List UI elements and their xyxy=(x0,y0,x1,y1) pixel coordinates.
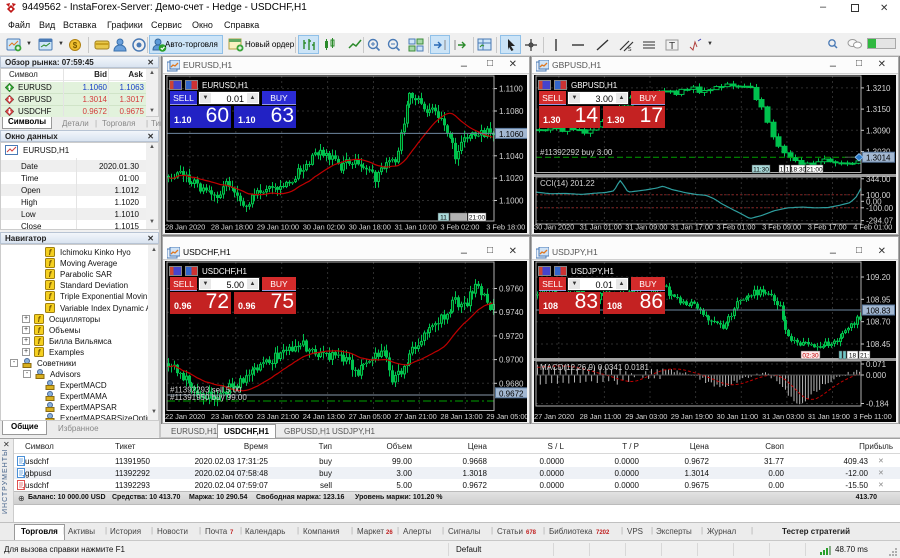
svg-text:29 Jan 10:00: 29 Jan 10:00 xyxy=(257,223,299,232)
svg-text:31 Jan 19:00: 31 Jan 19:00 xyxy=(808,412,850,421)
svg-text:0.9740: 0.9740 xyxy=(499,308,524,317)
svg-text:-0.184: -0.184 xyxy=(866,400,889,409)
svg-text:18:30: 18:30 xyxy=(790,167,807,174)
svg-text:27 Jan 21:00: 27 Jan 21:00 xyxy=(395,412,437,421)
svg-text:29 Jan 05:00: 29 Jan 05:00 xyxy=(486,412,527,421)
svg-text:108.95: 108.95 xyxy=(866,295,891,304)
svg-text:4 Feb 01:00: 4 Feb 01:00 xyxy=(853,223,892,232)
svg-text:3 Feb 02:00: 3 Feb 02:00 xyxy=(440,223,479,232)
svg-text:31 Jan 01:00: 31 Jan 01:00 xyxy=(580,223,622,232)
svg-text:23 Jan 21:00: 23 Jan 21:00 xyxy=(257,412,299,421)
svg-text:0.9680: 0.9680 xyxy=(499,379,524,388)
svg-text:21:00: 21:00 xyxy=(806,167,823,174)
svg-text:1.1080: 1.1080 xyxy=(499,107,524,116)
svg-text:MACD(12,26,9) 0.0341 0.0181: MACD(12,26,9) 0.0341 0.0181 xyxy=(540,363,650,372)
svg-text:0.9700: 0.9700 xyxy=(499,356,524,365)
svg-text:1: 1 xyxy=(780,167,784,174)
svg-text:s: s xyxy=(628,46,632,53)
svg-text:0.9760: 0.9760 xyxy=(499,285,524,294)
svg-text:29 Jan 03:00: 29 Jan 03:00 xyxy=(625,412,667,421)
svg-text:28 Jan 11:00: 28 Jan 11:00 xyxy=(580,412,622,421)
svg-text:21:00: 21:00 xyxy=(469,215,486,222)
svg-text:#11392292 buy 3.00: #11392292 buy 3.00 xyxy=(540,148,613,157)
svg-text:30 Jan 2020: 30 Jan 2020 xyxy=(534,223,574,232)
svg-text:0.9720: 0.9720 xyxy=(499,332,524,341)
svg-text:30 Jan 18:00: 30 Jan 18:00 xyxy=(349,223,391,232)
svg-text:23 Jan 05:00: 23 Jan 05:00 xyxy=(211,412,253,421)
svg-text:344.00: 344.00 xyxy=(866,175,891,184)
svg-text:30 Jan 11:00: 30 Jan 11:00 xyxy=(717,412,759,421)
svg-text:1.1040: 1.1040 xyxy=(499,152,524,161)
svg-text:108.70: 108.70 xyxy=(866,318,891,327)
svg-text:CCI(14) 201.22: CCI(14) 201.22 xyxy=(540,179,595,188)
svg-text:0.000: 0.000 xyxy=(866,371,887,380)
svg-text:27 Jan 05:00: 27 Jan 05:00 xyxy=(349,412,391,421)
svg-text:02:30: 02:30 xyxy=(802,353,819,360)
svg-text:1.3210: 1.3210 xyxy=(866,84,891,93)
svg-text:22 Jan 2020: 22 Jan 2020 xyxy=(165,412,205,421)
svg-text:1.1060: 1.1060 xyxy=(499,130,524,139)
svg-text:30 Jan 02:00: 30 Jan 02:00 xyxy=(303,223,345,232)
svg-text:24 Jan 13:00: 24 Jan 13:00 xyxy=(303,412,345,421)
svg-text:31 Jan 09:00: 31 Jan 09:00 xyxy=(625,223,667,232)
svg-text:18: 18 xyxy=(849,353,857,360)
svg-text:28 Jan 2020: 28 Jan 2020 xyxy=(165,223,205,232)
svg-text:0.071: 0.071 xyxy=(866,360,887,369)
svg-text:3 Feb 09:00: 3 Feb 09:00 xyxy=(762,223,801,232)
svg-text:#11391950 buy 99.00: #11391950 buy 99.00 xyxy=(170,393,247,402)
svg-text:$: $ xyxy=(73,41,78,50)
svg-text:28 Jan 13:00: 28 Jan 13:00 xyxy=(440,412,482,421)
svg-text:3 Feb 17:00: 3 Feb 17:00 xyxy=(808,223,847,232)
svg-text:3 Feb 11:00: 3 Feb 11:00 xyxy=(853,412,891,421)
svg-text:31 Jan 10:00: 31 Jan 10:00 xyxy=(395,223,437,232)
svg-text:1.3090: 1.3090 xyxy=(866,126,891,135)
svg-text:31 Jan 03:00: 31 Jan 03:00 xyxy=(762,412,804,421)
svg-text:3 Feb 18:00: 3 Feb 18:00 xyxy=(486,223,525,232)
svg-text:11:30: 11:30 xyxy=(753,167,769,174)
svg-text:T: T xyxy=(669,41,675,52)
svg-text:1.1000: 1.1000 xyxy=(499,197,524,206)
svg-text:0.9672: 0.9672 xyxy=(499,389,524,398)
svg-text:108.45: 108.45 xyxy=(866,340,891,349)
svg-text:29 Jan 19:00: 29 Jan 19:00 xyxy=(671,412,713,421)
svg-text:109.20: 109.20 xyxy=(866,273,891,282)
svg-text:28 Jan 18:00: 28 Jan 18:00 xyxy=(211,223,253,232)
svg-text:11: 11 xyxy=(440,215,447,222)
svg-text:1.1020: 1.1020 xyxy=(499,174,524,183)
svg-text:1.3150: 1.3150 xyxy=(866,105,891,114)
svg-text:21:: 21: xyxy=(860,353,869,360)
svg-text:31 Jan 17:00: 31 Jan 17:00 xyxy=(671,223,713,232)
svg-text:1.1100: 1.1100 xyxy=(499,85,523,94)
svg-text:1.3014: 1.3014 xyxy=(866,154,891,163)
svg-text:3 Feb 01:00: 3 Feb 01:00 xyxy=(717,223,756,232)
svg-text:-100.00: -100.00 xyxy=(866,204,894,213)
svg-text:108.83: 108.83 xyxy=(866,307,891,316)
svg-text:27 Jan 2020: 27 Jan 2020 xyxy=(534,412,574,421)
